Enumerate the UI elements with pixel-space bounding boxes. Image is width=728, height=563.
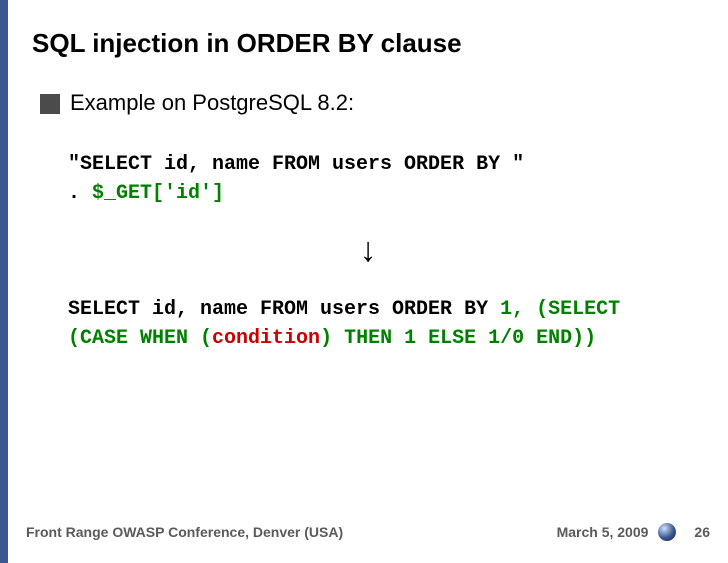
code-block-result: SELECT id, name FROM users ORDER BY 1, (… (68, 295, 688, 353)
bullet-item: Example on PostgreSQL 8.2: (40, 90, 354, 116)
code-text: SELECT id, name FROM users ORDER BY (68, 298, 500, 321)
code-text-red: condition (212, 327, 320, 350)
footer-conference: Front Range OWASP Conference, Denver (US… (26, 524, 557, 540)
slide-title: SQL injection in ORDER BY clause (32, 28, 462, 59)
code-text: "SELECT id, name FROM users ORDER BY " (68, 153, 524, 176)
slide: SQL injection in ORDER BY clause Example… (0, 0, 728, 563)
footer-date: March 5, 2009 (557, 524, 649, 540)
page-number: 26 (694, 524, 710, 540)
code-block-source: "SELECT id, name FROM users ORDER BY ". … (68, 150, 688, 208)
down-arrow-icon: ↓ (8, 232, 728, 270)
code-text-green: ) THEN 1 ELSE 1/0 END)) (320, 327, 596, 350)
bullet-text: Example on PostgreSQL 8.2: (70, 90, 354, 116)
slide-footer: Front Range OWASP Conference, Denver (US… (26, 523, 710, 541)
owasp-logo-icon (658, 523, 676, 541)
code-text: . (68, 182, 92, 205)
code-text-green: $_GET['id'] (92, 182, 224, 205)
bullet-icon (40, 94, 60, 114)
